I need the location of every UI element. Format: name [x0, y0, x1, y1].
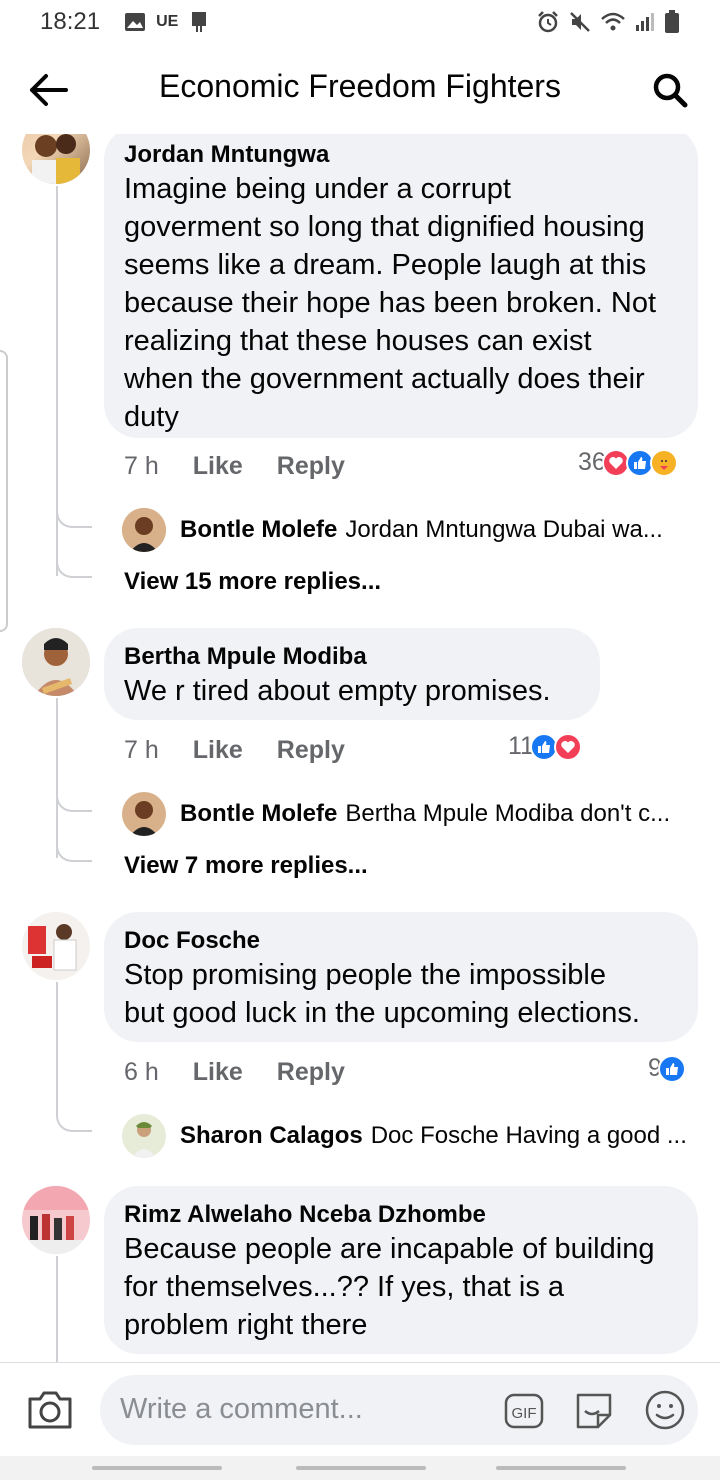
- reply-text: Bontle Molefe Bertha Mpule Modiba don't c…: [180, 800, 671, 827]
- comment-author[interactable]: Rimz Alwelaho Nceba Dzhombe: [124, 1200, 678, 1230]
- sticker-button[interactable]: [572, 1389, 616, 1433]
- comment-input-container[interactable]: GIF: [100, 1375, 698, 1445]
- camera-icon: [28, 1391, 72, 1429]
- comment-actions: 7 h Like Reply: [124, 736, 345, 765]
- device-icon: [192, 12, 207, 32]
- reply-avatar[interactable]: [122, 508, 166, 552]
- wifi-icon: [601, 12, 625, 31]
- reaction-summary[interactable]: 36: [578, 448, 678, 477]
- comment-text: Because people are incapable of building…: [124, 1233, 655, 1341]
- mute-icon: [570, 12, 590, 32]
- search-icon: [653, 73, 688, 108]
- thread-connector: [56, 508, 92, 528]
- view-more-replies[interactable]: View 7 more replies...: [124, 852, 368, 880]
- system-nav-bar: [0, 1456, 720, 1480]
- comment-bubble[interactable]: Jordan Mntungwa Imagine being under a co…: [104, 134, 698, 438]
- nav-recent-indicator[interactable]: [92, 1466, 222, 1470]
- thread-line: [56, 982, 58, 1112]
- avatar[interactable]: [22, 1186, 90, 1254]
- sticker-icon: [576, 1393, 612, 1429]
- gif-button[interactable]: GIF: [504, 1391, 544, 1431]
- gif-icon: GIF: [504, 1393, 544, 1429]
- emoji-icon: [645, 1390, 685, 1430]
- comment-text: Stop promising people the impossible but…: [124, 959, 640, 1029]
- reaction-summary[interactable]: 11: [508, 732, 582, 761]
- page-title: Economic Freedom Fighters: [159, 68, 561, 104]
- reply-preview[interactable]: Sharon Calagos Doc Fosche Having a good .…: [122, 1114, 702, 1158]
- comment-actions: 7 h Like Reply: [124, 452, 345, 481]
- like-button[interactable]: Like: [193, 452, 243, 481]
- reply-avatar[interactable]: [122, 1114, 166, 1158]
- comment-text: We r tired about empty promises.: [124, 675, 551, 707]
- battery-icon: [665, 10, 679, 33]
- comments-feed[interactable]: Jordan Mntungwa Imagine being under a co…: [0, 134, 720, 1362]
- svg-text:GIF: GIF: [512, 1405, 537, 1422]
- reply-text: Sharon Calagos Doc Fosche Having a good .…: [180, 1122, 687, 1149]
- comment-author[interactable]: Bertha Mpule Modiba: [124, 642, 580, 672]
- reply-button[interactable]: Reply: [277, 736, 345, 765]
- like-button[interactable]: Like: [193, 736, 243, 765]
- comment-time: 7 h: [124, 452, 159, 480]
- comment-bubble[interactable]: Bertha Mpule Modiba We r tired about emp…: [104, 628, 600, 720]
- avatar[interactable]: [22, 912, 90, 980]
- signal-icon: [636, 13, 654, 31]
- care-reaction-icon: [649, 448, 678, 477]
- reply-preview[interactable]: Bontle Molefe Jordan Mntungwa Dubai wa...: [122, 508, 702, 552]
- thread-line: [56, 698, 58, 858]
- avatar[interactable]: [22, 628, 90, 696]
- thread-line: [56, 1256, 58, 1362]
- reaction-summary[interactable]: 9: [648, 1054, 686, 1083]
- gallery-icon: [125, 13, 146, 31]
- thread-connector: [56, 842, 92, 862]
- carrier-label: UE: [156, 13, 179, 30]
- avatar[interactable]: [22, 134, 90, 184]
- app-header: Economic Freedom Fighters: [0, 44, 720, 134]
- thread-connector: [56, 792, 92, 812]
- reply-preview[interactable]: Bontle Molefe Bertha Mpule Modiba don't c…: [122, 792, 702, 836]
- comment-composer: GIF: [0, 1362, 720, 1456]
- status-bar: 18:21 UE: [0, 0, 720, 44]
- reply-avatar[interactable]: [122, 792, 166, 836]
- like-reaction-icon: [657, 1054, 686, 1083]
- comment-input[interactable]: [120, 1389, 480, 1429]
- nav-back-indicator[interactable]: [496, 1466, 626, 1470]
- comment-time: 6 h: [124, 1058, 159, 1086]
- comment-author[interactable]: Doc Fosche: [124, 926, 678, 956]
- comment-bubble[interactable]: Doc Fosche Stop promising people the imp…: [104, 912, 698, 1042]
- reply-button[interactable]: Reply: [277, 452, 345, 481]
- comment-actions: 6 h Like Reply: [124, 1058, 345, 1087]
- reply-text: Bontle Molefe Jordan Mntungwa Dubai wa...: [180, 516, 663, 543]
- alarm-icon: [538, 11, 558, 33]
- comment-text: Imagine being under a corrupt goverment …: [124, 173, 657, 433]
- thread-connector: [56, 1112, 92, 1132]
- nav-home-indicator[interactable]: [296, 1466, 426, 1470]
- comment-author[interactable]: Jordan Mntungwa: [124, 140, 678, 170]
- like-button[interactable]: Like: [193, 1058, 243, 1087]
- status-time: 18:21: [40, 8, 101, 35]
- view-more-replies[interactable]: View 15 more replies...: [124, 568, 381, 596]
- emoji-button[interactable]: [644, 1389, 686, 1431]
- search-button[interactable]: [646, 66, 694, 114]
- comment-time: 7 h: [124, 736, 159, 764]
- comment-bubble[interactable]: Rimz Alwelaho Nceba Dzhombe Because peop…: [104, 1186, 698, 1354]
- love-reaction-icon: [553, 732, 582, 761]
- camera-button[interactable]: [26, 1387, 74, 1433]
- thread-connector: [56, 558, 92, 578]
- reply-button[interactable]: Reply: [277, 1058, 345, 1087]
